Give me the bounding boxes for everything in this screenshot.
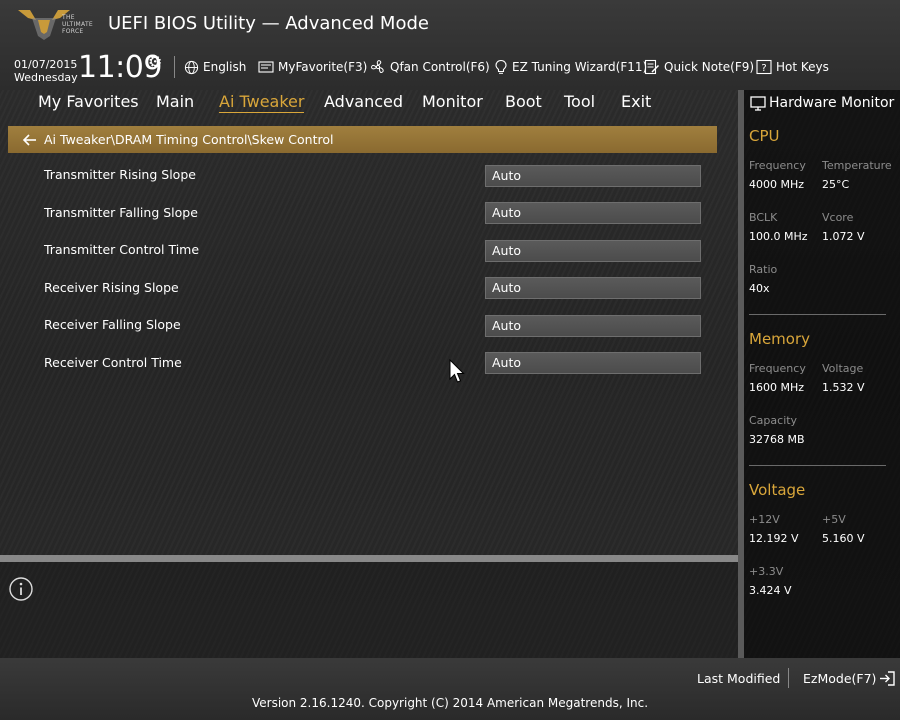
hw-section-cpu: CPU [749, 127, 780, 145]
hw-divider [749, 314, 886, 315]
hardware-monitor-title-text: Hardware Monitor [769, 95, 895, 111]
language-button[interactable]: English [184, 56, 246, 78]
myfavorite-button[interactable]: MyFavorite(F3) [258, 56, 367, 78]
menu-main[interactable]: Main [156, 92, 194, 111]
mouse-cursor-icon [449, 359, 465, 383]
note-icon [644, 59, 660, 75]
cpu-temperature-value: 25°C [822, 178, 850, 191]
cpu-ratio-value: 40x [749, 282, 770, 295]
fan-icon [371, 60, 384, 74]
language-label: English [203, 60, 247, 74]
ez-tuning-label: EZ Tuning Wizard(F11) [512, 60, 648, 74]
footer-bar [0, 658, 900, 720]
help-divider [0, 555, 738, 562]
cpu-vcore-label: Vcore [822, 211, 854, 224]
voltage-5v-value: 5.160 V [822, 532, 865, 545]
bulb-icon [495, 59, 507, 74]
memory-voltage-value: 1.532 V [822, 381, 865, 394]
date-text: 01/07/2015 [14, 58, 78, 71]
copyright-text: Version 2.16.1240. Copyright (C) 2014 Am… [251, 696, 649, 710]
voltage-3v3-value: 3.424 V [749, 584, 792, 597]
voltage-5v-label: +5V [822, 513, 846, 526]
qfan-control-button[interactable]: Qfan Control(F6) [370, 56, 490, 78]
setting-label-receiver-control-time: Receiver Control Time [44, 355, 182, 370]
menu-my-favorites[interactable]: My Favorites [38, 92, 139, 111]
menu-boot[interactable]: Boot [505, 92, 542, 111]
hw-section-memory: Memory [749, 330, 811, 348]
menu-advanced[interactable]: Advanced [324, 92, 403, 111]
help-icon: ? [756, 59, 772, 75]
cpu-ratio-label: Ratio [749, 263, 778, 276]
voltage-12v-value: 12.192 V [749, 532, 799, 545]
setting-label-receiver-falling-slope: Receiver Falling Slope [44, 317, 181, 332]
cpu-vcore-value: 1.072 V [822, 230, 865, 243]
setting-label-transmitter-control-time: Transmitter Control Time [44, 242, 200, 257]
quick-note-button[interactable]: Quick Note(F9) [644, 56, 754, 78]
last-modified-button[interactable]: Last Modified [697, 671, 780, 686]
menu-tool[interactable]: Tool [564, 92, 595, 111]
quick-note-label: Quick Note(F9) [664, 60, 755, 74]
svg-text:?: ? [761, 63, 766, 74]
info-icon [9, 577, 33, 601]
setting-label-transmitter-falling-slope: Transmitter Falling Slope [44, 205, 198, 220]
cpu-frequency-label: Frequency [749, 159, 806, 172]
memory-capacity-label: Capacity [749, 414, 798, 427]
hot-keys-button[interactable]: ? Hot Keys [756, 56, 829, 78]
header-divider [174, 56, 175, 78]
breadcrumb: Ai Tweaker\DRAM Timing Control\Skew Cont… [8, 126, 717, 153]
date-display: 01/07/2015 Wednesday [14, 58, 78, 84]
menu-ai-tweaker[interactable]: Ai Tweaker [219, 92, 305, 113]
memory-frequency-value: 1600 MHz [749, 381, 805, 394]
hot-keys-label: Hot Keys [776, 60, 829, 74]
hw-divider [749, 465, 886, 466]
cpu-temperature-label: Temperature [822, 159, 892, 172]
app-title: UEFI BIOS Utility — Advanced Mode [108, 13, 429, 34]
cpu-bclk-value: 100.0 MHz [749, 230, 808, 243]
help-description-panel [0, 562, 738, 658]
footer-divider [788, 668, 789, 688]
setting-value-receiver-falling-slope[interactable]: Auto [485, 315, 701, 337]
cpu-bclk-label: BCLK [749, 211, 778, 224]
cpu-frequency-value: 4000 MHz [749, 178, 805, 191]
globe-icon [184, 60, 199, 74]
weekday-text: Wednesday [14, 71, 78, 84]
clock-settings-gear-icon[interactable]: ⚙ [148, 52, 162, 71]
ez-tuning-wizard-button[interactable]: EZ Tuning Wizard(F11) [494, 56, 647, 78]
exit-mode-icon [880, 671, 896, 686]
memory-capacity-value: 32768 MB [749, 433, 805, 446]
memory-frequency-label: Frequency [749, 362, 806, 375]
favorite-icon [258, 61, 274, 73]
logo-text: THE ULTIMATE FORCE [62, 14, 94, 35]
ezmode-button[interactable]: EzMode(F7) [803, 671, 896, 686]
hardware-monitor-title: Hardware Monitor [750, 95, 894, 111]
setting-label-receiver-rising-slope: Receiver Rising Slope [44, 280, 179, 295]
setting-value-transmitter-control-time[interactable]: Auto [485, 240, 701, 262]
monitor-icon [750, 95, 766, 111]
breadcrumb-path: Ai Tweaker\DRAM Timing Control\Skew Cont… [44, 132, 334, 147]
menu-exit[interactable]: Exit [621, 92, 651, 111]
ezmode-label: EzMode(F7) [803, 671, 877, 686]
hw-section-voltage: Voltage [749, 481, 806, 499]
setting-value-transmitter-rising-slope[interactable]: Auto [485, 165, 701, 187]
voltage-3v3-label: +3.3V [749, 565, 784, 578]
setting-value-receiver-control-time[interactable]: Auto [485, 352, 701, 374]
back-arrow-icon[interactable] [22, 133, 38, 147]
memory-voltage-label: Voltage [822, 362, 864, 375]
voltage-12v-label: +12V [749, 513, 780, 526]
myfavorite-label: MyFavorite(F3) [278, 60, 368, 74]
tuf-logo: THE ULTIMATE FORCE [14, 6, 104, 42]
setting-label-transmitter-rising-slope: Transmitter Rising Slope [44, 167, 196, 182]
setting-value-transmitter-falling-slope[interactable]: Auto [485, 202, 701, 224]
setting-value-receiver-rising-slope[interactable]: Auto [485, 277, 701, 299]
menu-monitor[interactable]: Monitor [422, 92, 483, 111]
qfan-label: Qfan Control(F6) [390, 60, 490, 74]
